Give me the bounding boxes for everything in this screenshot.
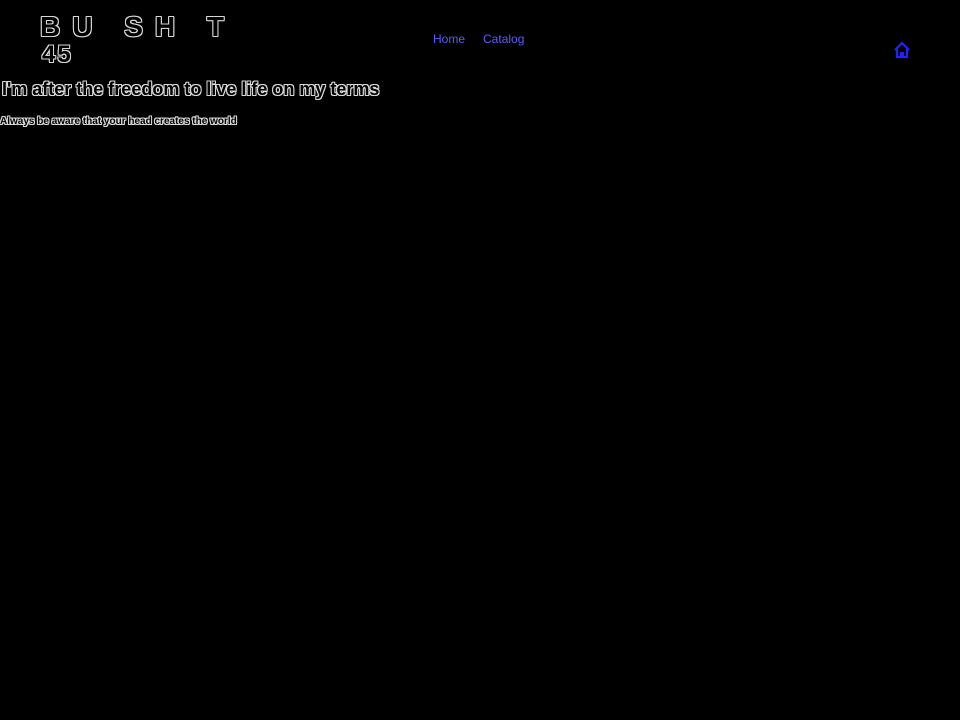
nav-link-home[interactable]: Home	[433, 32, 465, 46]
page-headline: I'm after the freedom to live life on my…	[2, 79, 380, 99]
page-tagline: Always be aware that your head creates t…	[0, 116, 237, 127]
main-nav: Home Catalog	[433, 32, 524, 46]
page: BU SH T 45 Home Catalog I'm after the fr…	[0, 0, 960, 720]
home-icon[interactable]	[892, 40, 912, 60]
logo-title: BU SH T	[40, 11, 236, 42]
nav-link-catalog[interactable]: Catalog	[483, 32, 524, 46]
site-logo[interactable]: BU SH T 45	[40, 12, 260, 68]
logo-number: 45	[42, 41, 73, 68]
